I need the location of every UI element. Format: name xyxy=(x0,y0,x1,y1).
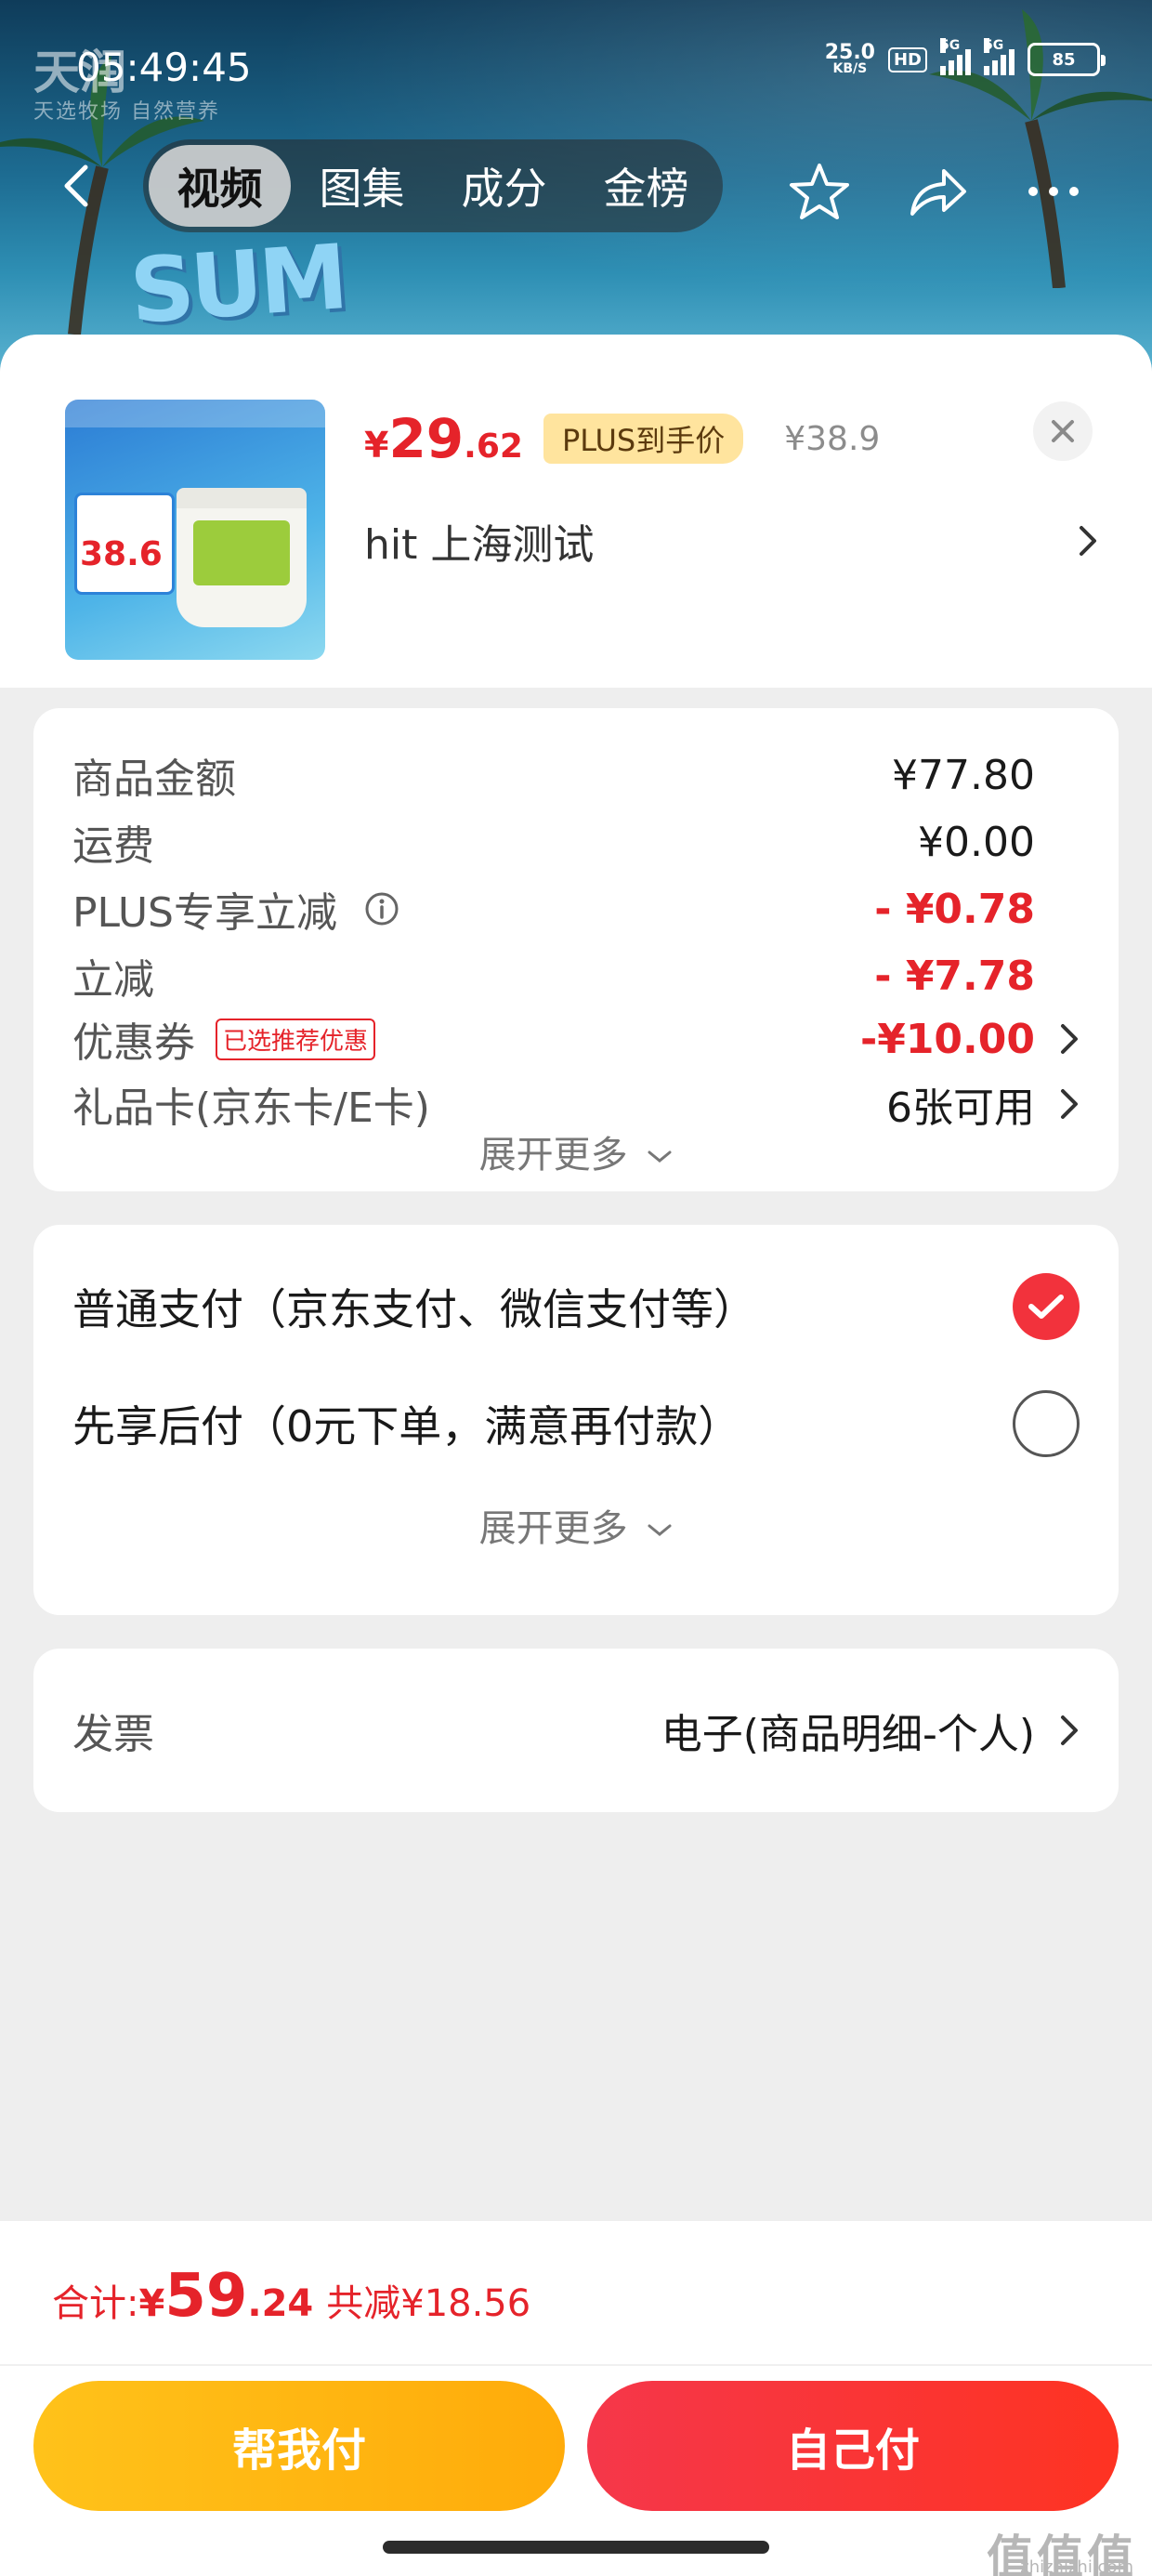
amount-row-shipping: 运费 ¥0.00 xyxy=(72,812,1080,872)
signal-type-label: 5G xyxy=(940,38,961,53)
product-price-row: ¥ 29 .62 PLUS到手价 ¥38.9 xyxy=(364,407,880,470)
amount-value: ¥0.00 xyxy=(918,818,1035,866)
expand-more-payment[interactable]: 展开更多 xyxy=(33,1498,1119,1552)
amount-row-coupon[interactable]: 优惠券 已选推荐优惠 -¥10.00 xyxy=(72,1009,1080,1069)
total-saved: 共减¥18.56 xyxy=(326,2282,531,2325)
chevron-down-icon xyxy=(648,1524,672,1536)
signal-type-label: 5G xyxy=(984,38,1004,53)
invoice-card[interactable]: 发票 电子(商品明细-个人) xyxy=(33,1649,1119,1812)
pay-myself-button[interactable]: 自己付 xyxy=(587,2381,1119,2511)
network-speed: 25.0 KB/S xyxy=(825,43,875,76)
summer-decoration-text: SUM xyxy=(126,225,348,344)
amount-value-wrap: -¥10.00 xyxy=(860,1016,1080,1063)
amount-value: -¥10.00 xyxy=(859,1015,1035,1063)
order-total: 合计: ¥ 59 .24 共减¥18.56 xyxy=(52,2262,530,2331)
tab-3[interactable]: 金榜 xyxy=(575,145,717,227)
close-button[interactable] xyxy=(1033,401,1093,461)
amount-label: 商品金额 xyxy=(72,756,236,803)
status-bar: 05:49:45 25.0 KB/S HD 5G 5G 85 xyxy=(0,37,1152,102)
tab-0[interactable]: 视频 xyxy=(149,145,291,227)
amount-row-instant-discount: 立减 - ¥7.78 xyxy=(72,946,1080,1005)
expand-more-amounts[interactable]: 展开更多 xyxy=(33,1124,1119,1178)
status-indicators: 25.0 KB/S HD 5G 5G 85 xyxy=(825,38,1106,76)
watermark-url: zhizhizhi.com xyxy=(1020,2557,1133,2576)
check-icon xyxy=(1028,1295,1064,1319)
amount-label: 运费 xyxy=(72,822,154,870)
checkout-footer: 合计: ¥ 59 .24 共减¥18.56 帮我付 自己付 xyxy=(0,2221,1152,2576)
chevron-right-icon xyxy=(1080,526,1096,556)
hd-icon: HD xyxy=(887,46,927,72)
back-arrow-icon[interactable] xyxy=(52,160,104,212)
price-decimal: .62 xyxy=(464,427,523,466)
amount-label-wrap: 优惠券 已选推荐优惠 xyxy=(72,1009,376,1069)
info-icon[interactable] xyxy=(363,890,400,927)
tab-1[interactable]: 图集 xyxy=(291,145,433,227)
payment-option-pay-later[interactable]: 先享后付（0元下单，满意再付款） xyxy=(72,1390,1080,1457)
amount-value: - ¥0.78 xyxy=(874,885,1035,933)
thumbnail-banner xyxy=(65,400,325,427)
total-decimal: .24 xyxy=(247,2282,314,2325)
product-thumbnail: 38.6 xyxy=(65,400,325,660)
home-indicator[interactable] xyxy=(383,2541,769,2554)
favorite-star-icon[interactable] xyxy=(786,158,853,225)
price-currency: ¥ xyxy=(364,425,389,466)
total-currency: ¥ xyxy=(138,2282,165,2325)
chevron-right-icon xyxy=(1061,1024,1078,1054)
product-summary: 38.6 ¥ 29 .62 PLUS到手价 ¥38.9 hit 上海测试 xyxy=(0,335,1152,688)
help-me-pay-button[interactable]: 帮我付 xyxy=(33,2381,565,2511)
invoice-row[interactable]: 发票 电子(商品明细-个人) xyxy=(72,1701,1080,1760)
amount-label-wrap: PLUS专享立减 xyxy=(72,879,400,939)
tab-2[interactable]: 成分 xyxy=(433,145,575,227)
chevron-right-icon xyxy=(1061,1089,1078,1119)
price-integer: 29 xyxy=(388,407,465,470)
payment-radio-unselected[interactable] xyxy=(1013,1390,1080,1457)
amount-label: 立减 xyxy=(72,956,154,1004)
expand-more-label: 展开更多 xyxy=(478,1507,628,1550)
battery-level: 85 xyxy=(1052,49,1076,70)
signal-icon: 5G xyxy=(984,38,1015,75)
chevron-right-icon xyxy=(1061,1715,1078,1745)
payment-option-standard[interactable]: 普通支付（京东支付、微信支付等） xyxy=(72,1273,1080,1340)
media-tab-group: 视频 图集 成分 金榜 xyxy=(143,139,723,232)
more-options-icon[interactable] xyxy=(1020,158,1087,225)
amount-row-goods: 商品金额 ¥77.80 xyxy=(72,745,1080,805)
invoice-value: 电子(商品明细-个人) xyxy=(661,1711,1035,1758)
thumbnail-price: 38.6 xyxy=(80,535,163,573)
invoice-label: 发票 xyxy=(72,1711,154,1758)
network-speed-unit: KB/S xyxy=(832,61,868,76)
close-icon xyxy=(1052,420,1074,442)
plus-price-badge: PLUS到手价 xyxy=(543,414,744,464)
battery-icon: 85 xyxy=(1028,43,1106,76)
share-icon[interactable] xyxy=(903,158,970,225)
shipping-address: hit 上海测试 xyxy=(364,521,595,569)
payment-radio-selected[interactable] xyxy=(1013,1273,1080,1340)
cup-label xyxy=(193,520,290,585)
amount-label: 优惠券 xyxy=(72,1019,195,1067)
amount-value: - ¥7.78 xyxy=(874,952,1035,1000)
coupon-recommended-tag: 已选推荐优惠 xyxy=(216,1018,376,1060)
product-nav-bar: 视频 图集 成分 金榜 xyxy=(0,139,1152,232)
signal-icon: 5G xyxy=(940,38,971,75)
invoice-value-wrap: 电子(商品明细-个人) xyxy=(661,1701,1080,1760)
amount-label: PLUS专享立减 xyxy=(72,889,337,937)
payment-option-label: 先享后付（0元下单，满意再付款） xyxy=(72,1401,741,1452)
footer-divider xyxy=(0,2364,1152,2366)
chevron-down-icon xyxy=(648,1150,672,1163)
original-price: ¥38.9 xyxy=(784,419,881,458)
order-amounts-card: 商品金额 ¥77.80 运费 ¥0.00 PLUS专享立减 - ¥0.78 立减… xyxy=(33,708,1119,1191)
status-time: 05:49:45 xyxy=(76,45,252,90)
total-label: 合计: xyxy=(52,2282,139,2325)
amount-value: ¥77.80 xyxy=(892,751,1035,799)
expand-more-label: 展开更多 xyxy=(478,1134,628,1176)
payment-option-label: 普通支付（京东支付、微信支付等） xyxy=(72,1284,756,1334)
shipping-address-row[interactable]: hit 上海测试 xyxy=(364,511,1098,571)
payment-method-card: 普通支付（京东支付、微信支付等） 先享后付（0元下单，满意再付款） 展开更多 xyxy=(33,1225,1119,1615)
total-integer: 59 xyxy=(164,2262,248,2331)
amount-row-plus-discount: PLUS专享立减 - ¥0.78 xyxy=(72,879,1080,939)
